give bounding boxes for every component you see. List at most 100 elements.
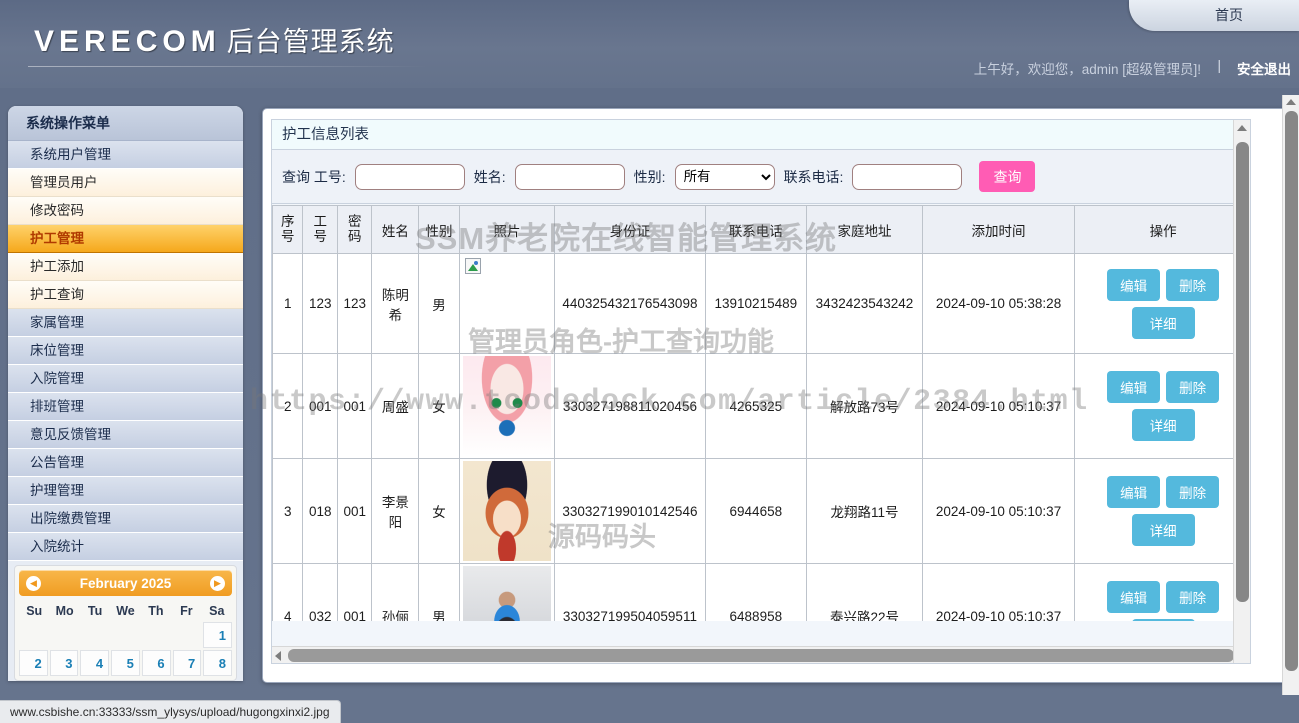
caregiver-list-panel: 护工信息列表 查询 工号: 姓名: 性别: 所有男女 联系电话: 查询 [271,119,1251,664]
sidebar-item-9[interactable]: 排班管理 [8,393,243,421]
sidebar-item-8[interactable]: 入院管理 [8,365,243,393]
chevron-left-icon[interactable]: ◀ [26,575,41,591]
scroll-left-arrow-icon[interactable] [275,651,281,661]
calendar-blank-cell [111,622,140,648]
broken-image-glyph [464,258,481,274]
logout-link[interactable]: 安全退出 [1237,58,1291,78]
horizontal-scroll-thumb[interactable] [288,649,1234,662]
table-row: 2 001 001 周盛女 330327198811020456 4265325 解放路73… [272,353,1250,459]
browser-status-bar: www.csbishe.cn:33333/ssm_ylysys/upload/h… [0,700,341,723]
delete-button[interactable]: 删除 [1166,476,1220,508]
sidebar-item-5[interactable]: 护工查询 [8,281,243,309]
edit-button[interactable]: 编辑 [1107,476,1161,508]
chevron-right-icon[interactable]: ▶ [210,575,225,591]
calendar-day-2[interactable]: 2 [19,650,48,676]
edit-button[interactable]: 编辑 [1107,371,1161,403]
panel-vertical-scroll-thumb[interactable] [1236,142,1249,602]
sidebar-item-0[interactable]: 系统用户管理 [8,141,243,169]
sidebar-item-14[interactable]: 入院统计 [8,533,243,561]
calendar-day-5[interactable]: 5 [111,650,140,676]
search-submit-button[interactable]: 查询 [979,161,1036,192]
cell-photo [458,253,556,354]
edit-button[interactable]: 编辑 [1107,581,1161,613]
search-phone-input[interactable] [852,163,963,190]
search-name-input[interactable] [514,163,625,190]
calendar-dow-fr: Fr [180,604,193,618]
cell-address: 龙翔路11号 [806,458,923,564]
cell-gender: 女 [418,458,460,564]
delete-button[interactable]: 删除 [1166,371,1220,403]
search-phone-label: 联系电话: [783,168,844,185]
sidebar-item-13[interactable]: 出院缴费管理 [8,505,243,533]
cell-created-time: 2024-09-10 05:10:37 [921,458,1076,564]
page-vertical-scroll-thumb[interactable] [1285,111,1298,671]
cell-photo [458,563,556,621]
table-row: 3 018 001 李景阳女 330327199010142546 6944658 龙翔路1… [272,458,1250,564]
calendar-dow-su: Su [26,604,43,618]
cell-password: 001 [336,353,373,459]
scroll-up-arrow-icon[interactable] [1237,125,1247,131]
sidebar-item-label: 管理员用户 [30,175,98,190]
sidebar-item-11[interactable]: 公告管理 [8,449,243,477]
cell-phone: 13910215489 [704,253,808,354]
cell-address: 泰兴路22号 [806,563,923,621]
detail-button[interactable]: 详细 [1131,514,1195,546]
sidebar-item-7[interactable]: 床位管理 [8,337,243,365]
search-gender-label: 性别: [633,168,666,185]
tab-home[interactable]: 首页 [1129,0,1299,31]
logo-divider [28,66,428,67]
calendar-day-1[interactable]: 1 [203,622,232,648]
sidebar-title: 系统操作菜单 [8,106,243,141]
sidebar-item-1[interactable]: 管理员用户 [8,169,243,197]
search-gender-select[interactable]: 所有男女 [674,163,775,190]
sidebar-item-3[interactable]: 护工管理 [8,225,243,253]
calendar-day-6[interactable]: 6 [141,650,171,676]
table-col-header-6: 身份证 [554,205,706,254]
edit-button[interactable]: 编辑 [1107,268,1161,301]
calendar-day-8[interactable]: 8 [203,650,232,676]
calendar-blank-cell [19,622,48,648]
cell-name: 孙俪 [371,563,420,621]
brand-name: VERECOM [34,25,221,58]
sidebar-item-12[interactable]: 护理管理 [8,477,243,505]
calendar-blank-cell [173,622,202,648]
cell-password: 001 [336,458,373,564]
table-horizontal-scrollbar[interactable] [272,646,1250,663]
detail-button[interactable]: 详细 [1131,619,1195,621]
detail-button[interactable]: 详细 [1131,409,1195,441]
search-workid-input[interactable] [354,163,465,190]
table-col-header-3: 姓名 [371,205,420,254]
sidebar-item-2[interactable]: 修改密码 [8,197,243,225]
sidebar-item-10[interactable]: 意见反馈管理 [8,421,243,449]
top-header-bar: VERECOM 后台管理系统 首页 上午好，欢迎您，admin [超级管理员]! … [0,0,1299,88]
cell-index: 4 [272,563,304,621]
calendar-day-4[interactable]: 4 [80,650,110,676]
table-col-header-7: 联系电话 [704,205,808,254]
page-scroll-up-arrow-icon[interactable] [1286,99,1296,105]
cell-actions: 编辑删除详细 [1074,353,1250,459]
cell-phone: 6944658 [704,458,808,564]
sidebar-item-label: 排班管理 [30,399,84,414]
sidebar-item-label: 入院统计 [30,539,84,554]
calendar-dow-tu: Tu [87,604,103,618]
cell-work-id: 032 [302,563,338,621]
page-vertical-scrollbar[interactable] [1282,95,1299,695]
cell-actions: 编辑删除详细 [1074,253,1250,354]
sidebar-item-label: 系统用户管理 [30,147,111,162]
panel-title: 护工信息列表 [272,120,1250,150]
brand-subtitle: 后台管理系统 [226,27,395,57]
table-col-header-4: 性别 [418,205,460,254]
delete-button[interactable]: 删除 [1166,268,1220,301]
sidebar-item-label: 意见反馈管理 [30,427,111,442]
detail-button[interactable]: 详细 [1131,306,1195,339]
calendar-day-3[interactable]: 3 [49,650,79,676]
panel-vertical-scrollbar[interactable] [1233,120,1250,663]
delete-button[interactable]: 删除 [1166,581,1220,613]
cell-gender: 女 [418,353,460,459]
sidebar-item-4[interactable]: 护工添加 [8,253,243,281]
app-logo: VERECOM 后台管理系统 [34,20,395,59]
cell-address: 3432423543242 [806,253,923,354]
sidebar-item-6[interactable]: 家属管理 [8,309,243,337]
calendar-day-7[interactable]: 7 [172,650,202,676]
cell-id-card: 330327199010142546 [554,458,706,564]
